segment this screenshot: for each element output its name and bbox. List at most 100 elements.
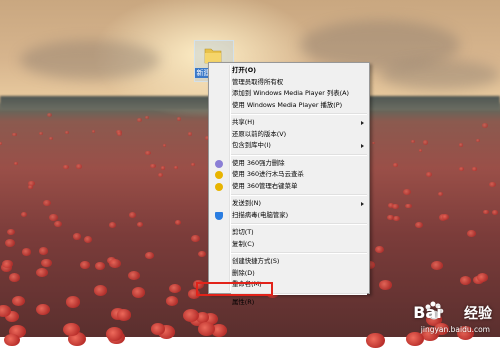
poppy-flower: [4, 238, 15, 247]
baidu-watermark: Bai 经验: [413, 303, 492, 323]
menu-item-label: 包含到库中(I): [232, 141, 271, 149]
poppy-flower: [422, 140, 429, 145]
menu-separator: [231, 252, 367, 254]
menu-item[interactable]: 扫描病毒(电脑管家): [209, 210, 369, 222]
poppy-flower: [145, 150, 151, 156]
poppy-flower: [157, 173, 163, 178]
poppy-flower: [169, 283, 181, 294]
menu-item[interactable]: 包含到库中(I): [209, 140, 369, 152]
menu-item[interactable]: 属性(R): [209, 297, 369, 309]
submenu-arrow-icon: [361, 143, 364, 148]
poppy-flower: [174, 220, 181, 226]
menu-item[interactable]: 删除(D): [209, 268, 369, 280]
watermark-brand: Bai: [413, 303, 442, 322]
poppy-flower: [63, 322, 80, 336]
poppy-flower: [36, 303, 51, 315]
poppy-flower: [488, 181, 496, 188]
poppy-flower: [83, 236, 93, 244]
poppy-flower: [35, 267, 48, 277]
poppy-flower: [128, 271, 140, 281]
poppy-flower: [136, 221, 143, 227]
poppy-flower: [459, 276, 471, 285]
poppy-flower: [190, 162, 196, 167]
poppy-flower: [72, 233, 81, 240]
poppy-flower: [405, 203, 412, 209]
poppy-flower: [28, 185, 33, 189]
poppy-flower: [12, 296, 25, 307]
poppy-flower: [162, 143, 167, 147]
poppy-flower: [459, 143, 464, 147]
poppy-flower: [144, 251, 154, 260]
poppy-flower: [426, 172, 433, 178]
menu-item-label: 使用 360进行木马云查杀: [232, 170, 304, 178]
poppy-flower: [109, 258, 121, 268]
menu-item[interactable]: 剪切(T): [209, 227, 369, 239]
cloud: [20, 40, 160, 80]
trojan-scan-icon: [215, 171, 223, 179]
menu-separator: [231, 223, 367, 225]
poppy-flower: [472, 167, 477, 171]
menu-item[interactable]: 管理员取得所有权: [209, 77, 369, 89]
menu-item[interactable]: 使用 360管理右键菜单: [209, 181, 369, 193]
poppy-flower: [438, 191, 443, 196]
menu-item[interactable]: 发送到(N): [209, 198, 369, 210]
poppy-flower: [41, 258, 52, 267]
poppy-flower: [431, 260, 443, 271]
poppy-flower: [366, 332, 385, 348]
poppy-flower: [12, 132, 17, 137]
menu-item[interactable]: 打开(O): [209, 65, 369, 77]
menu-item-label: 添加到 Windows Media Player 列表(A): [232, 89, 350, 97]
menu-item[interactable]: 添加到 Windows Media Player 列表(A): [209, 88, 369, 100]
poppy-flower: [65, 131, 69, 135]
menu-item[interactable]: 还原以前的版本(V): [209, 129, 369, 141]
menu-item[interactable]: 使用 360进行木马云查杀: [209, 169, 369, 181]
menu-item[interactable]: 使用 Windows Media Player 播放(P): [209, 100, 369, 112]
menu-item[interactable]: 共享(H): [209, 117, 369, 129]
poppy-flower: [374, 245, 384, 253]
menu-item[interactable]: 复制(C): [209, 239, 369, 251]
poppy-flower: [21, 248, 32, 256]
menu-separator: [231, 194, 367, 196]
poppy-flower: [80, 261, 91, 269]
menu-item-label: 共享(H): [232, 118, 255, 126]
poppy-flower: [53, 220, 62, 228]
poppy-flower: [28, 180, 35, 186]
poppy-flower: [65, 296, 81, 309]
menu-item[interactable]: 创建快捷方式(S): [209, 256, 369, 268]
menu-item-label: 属性(R): [232, 297, 255, 306]
submenu-arrow-icon: [361, 201, 364, 206]
poppy-flower: [392, 203, 399, 210]
poppy-flower: [145, 116, 149, 119]
menu-item[interactable]: 使用 360强力删除: [209, 158, 369, 170]
poppy-flower: [165, 296, 179, 307]
poppy-flower: [441, 214, 449, 220]
poppy-flower: [62, 164, 69, 170]
menu-item-label: 使用 Windows Media Player 播放(P): [232, 100, 343, 109]
poppy-flower: [95, 262, 105, 270]
shredder-icon: [215, 159, 223, 168]
poppy-flower: [476, 272, 489, 282]
poppy-flower: [116, 132, 122, 136]
menu-item-label: 创建快捷方式(S): [232, 257, 280, 265]
watermark-suffix: 经验: [464, 306, 492, 322]
poppy-flower: [403, 188, 411, 195]
poppy-flower: [475, 138, 481, 143]
poppy-flower: [91, 130, 95, 134]
menu-item-label: 还原以前的版本(V): [232, 129, 287, 138]
context-menu[interactable]: 打开(O) 管理员取得所有权 添加到 Windows Media Player 列表…: [208, 62, 370, 306]
poppy-flower: [3, 333, 20, 347]
poppy-flower: [379, 280, 392, 291]
poppy-flower: [371, 141, 375, 145]
menu-item-label: 删除(D): [232, 268, 255, 277]
shield-icon: [215, 211, 223, 220]
poppy-flower: [131, 287, 145, 298]
cloud: [380, 60, 500, 90]
poppy-flower: [116, 309, 132, 321]
watermark-url: jingyan.baidu.com: [420, 325, 490, 334]
menu-item-label: 剪切(T): [232, 228, 254, 236]
poppy-flower: [43, 199, 51, 207]
poppy-flower: [149, 163, 156, 169]
poppy-flower: [187, 132, 193, 136]
poppy-flower: [191, 235, 201, 243]
poppy-flower: [176, 117, 181, 121]
